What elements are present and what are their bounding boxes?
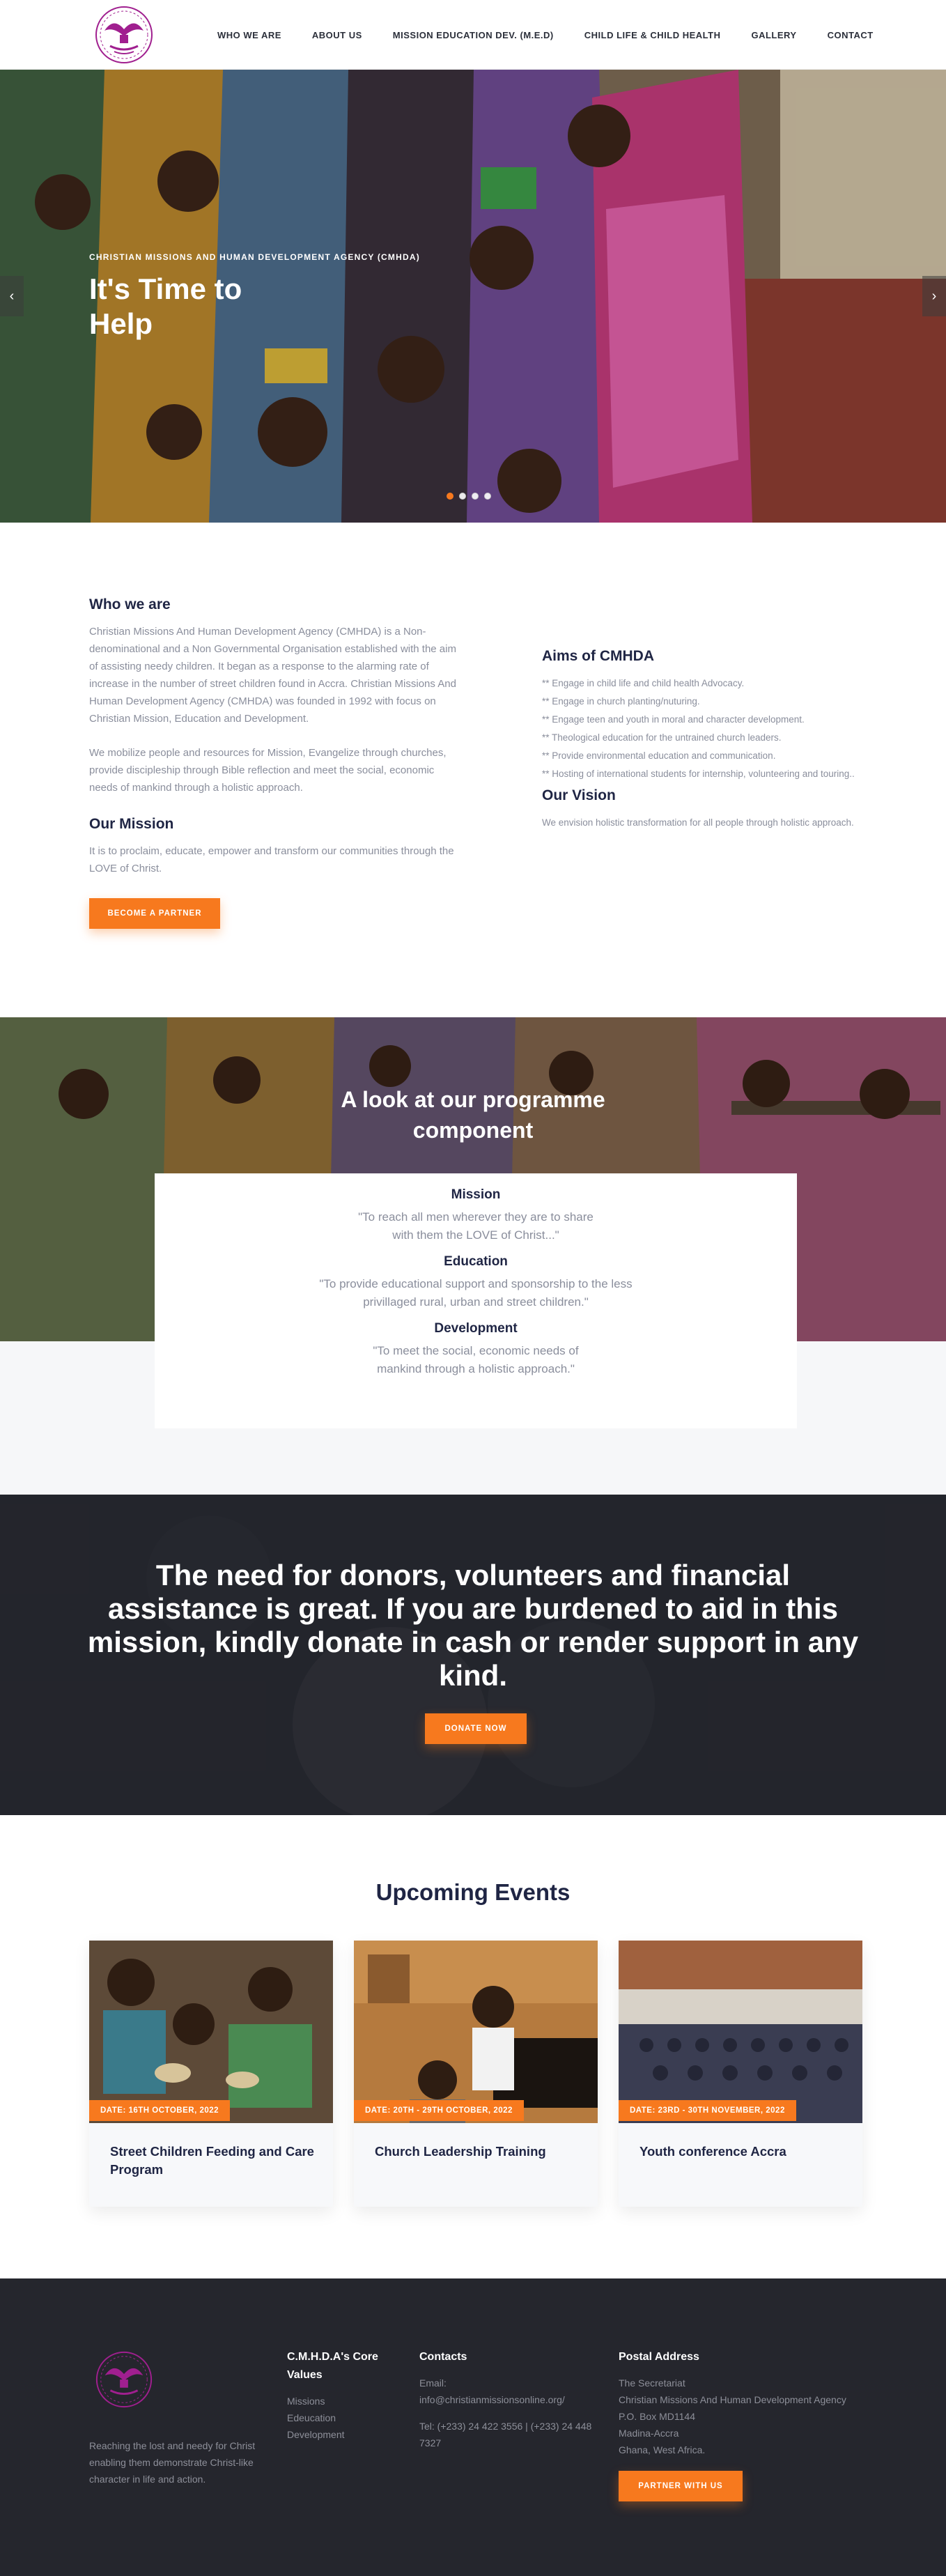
event-card[interactable]: DATE: 23RD - 30TH NOVEMBER, 2022 Youth c… bbox=[619, 1941, 862, 2207]
donate-section: The need for donors, volunteers and fina… bbox=[0, 1495, 946, 1815]
slider-dots bbox=[447, 493, 491, 500]
footer-contacts: Contacts Email: info@christianmissionson… bbox=[419, 2348, 594, 2451]
slider-dot-4[interactable] bbox=[484, 493, 491, 500]
slider-dot-3[interactable] bbox=[472, 493, 479, 500]
programme-quote-education: "To provide educational support and spon… bbox=[319, 1277, 633, 1309]
event-title[interactable]: Youth conference Accra bbox=[639, 2143, 848, 2161]
nav-child-life[interactable]: CHILD LIFE & CHILD HEALTH bbox=[569, 30, 736, 40]
aim-item: ** Engage in child life and child health… bbox=[542, 678, 745, 688]
event-card[interactable]: DATE: 16TH OCTOBER, 2022 Street Children… bbox=[89, 1941, 333, 2207]
footer-about-text: Reaching the lost and needy for Christ e… bbox=[89, 2440, 256, 2485]
postal-heading: Postal Address bbox=[619, 2351, 699, 2363]
who-we-are-heading: Who we are bbox=[89, 596, 171, 612]
event-title[interactable]: Church Leadership Training bbox=[375, 2143, 584, 2161]
aim-item: ** Engage in church planting/nuturing. bbox=[542, 696, 700, 707]
mission-heading: Our Mission bbox=[89, 816, 174, 832]
nav-about-us[interactable]: ABOUT US bbox=[297, 30, 378, 40]
chevron-right-icon[interactable]: › bbox=[922, 276, 946, 316]
event-image bbox=[354, 1941, 598, 2123]
partner-with-us-button[interactable]: PARTNER WITH US bbox=[619, 2471, 743, 2501]
vision-heading: Our Vision bbox=[542, 787, 616, 803]
aim-item: ** Provide environmental education and c… bbox=[542, 750, 776, 761]
event-image bbox=[619, 1941, 862, 2123]
who-we-are-column: Who we are Christian Missions And Human … bbox=[89, 596, 465, 929]
aims-heading: Aims of CMHDA bbox=[542, 648, 654, 664]
cmhda-logo[interactable] bbox=[89, 3, 159, 67]
postal-line: P.O. Box MD1144 bbox=[619, 2411, 695, 2422]
postal-line: Christian Missions And Human Development… bbox=[619, 2394, 846, 2405]
event-image bbox=[89, 1941, 333, 2123]
programme-heading-development: Development bbox=[434, 1321, 518, 1336]
hero-slider: ‹ › CHRISTIAN MISSIONS AND HUMAN DEVELOP… bbox=[0, 70, 946, 523]
aim-item: ** Theological education for the untrain… bbox=[542, 732, 782, 743]
main-nav: WHO WE ARE ABOUT US MISSION EDUCATION DE… bbox=[202, 0, 889, 70]
footer-postal-address: Postal Address The Secretariat Christian… bbox=[619, 2348, 869, 2501]
aim-item: ** Hosting of international students for… bbox=[542, 769, 855, 779]
postal-line: Madina-Accra bbox=[619, 2428, 679, 2439]
become-partner-button[interactable]: BECOME A PARTNER bbox=[89, 898, 220, 929]
aim-item: ** Engage teen and youth in moral and ch… bbox=[542, 714, 805, 725]
postal-line: The Secretariat bbox=[619, 2377, 685, 2389]
donate-now-button[interactable]: DONATE NOW bbox=[425, 1713, 527, 1744]
footer-logo[interactable] bbox=[89, 2348, 159, 2411]
slider-dot-1[interactable] bbox=[447, 493, 453, 500]
event-date-badge: DATE: 20TH - 29TH OCTOBER, 2022 bbox=[354, 2100, 524, 2121]
footer-core-values: C.M.H.D.A's Core Values Missions Edeucat… bbox=[287, 2348, 391, 2443]
programme-heading-education: Education bbox=[444, 1254, 508, 1269]
hero-kicker: CHRISTIAN MISSIONS AND HUMAN DEVELOPMENT… bbox=[89, 252, 420, 262]
mission-text: It is to proclaim, educate, empower and … bbox=[89, 845, 454, 874]
programme-heading-mission: Mission bbox=[451, 1187, 501, 1202]
email-link[interactable]: info@christianmissionsonline.org/ bbox=[419, 2391, 594, 2408]
donate-text: The need for donors, volunteers and fina… bbox=[87, 1559, 859, 1692]
mobilize-text: We mobilize people and resources for Mis… bbox=[89, 747, 447, 794]
slider-dot-2[interactable] bbox=[459, 493, 466, 500]
who-we-are-text: Christian Missions And Human Development… bbox=[89, 626, 456, 725]
core-values-heading: C.M.H.D.A's Core Values bbox=[287, 2351, 378, 2381]
event-title[interactable]: Street Children Feeding and Care Program bbox=[110, 2143, 319, 2179]
site-footer: Reaching the lost and needy for Christ e… bbox=[0, 2278, 946, 2576]
site-header: WHO WE ARE ABOUT US MISSION EDUCATION DE… bbox=[0, 0, 946, 70]
chevron-left-icon[interactable]: ‹ bbox=[0, 276, 24, 316]
programme-card: Mission "To reach all men wherever they … bbox=[155, 1173, 797, 1428]
vision-text: We envision holistic transformation for … bbox=[542, 817, 854, 828]
events-section: Upcoming Events DATE: 16TH OCTOBER, 2022… bbox=[0, 1815, 946, 2278]
hero-title: It's Time to Help bbox=[89, 272, 242, 340]
programme-quote-development: "To meet the social, economic needs of m… bbox=[373, 1344, 579, 1375]
aims-list: ** Engage in child life and child health… bbox=[542, 674, 855, 783]
footer-link-missions[interactable]: Missions bbox=[287, 2393, 391, 2409]
event-card[interactable]: DATE: 20TH - 29TH OCTOBER, 2022 Church L… bbox=[354, 1941, 598, 2207]
nav-gallery[interactable]: GALLERY bbox=[736, 30, 812, 40]
event-date-badge: DATE: 23RD - 30TH NOVEMBER, 2022 bbox=[619, 2100, 796, 2121]
footer-link-development[interactable]: Development bbox=[287, 2426, 391, 2443]
contacts-heading: Contacts bbox=[419, 2351, 467, 2363]
programme-quote-mission: "To reach all men wherever they are to s… bbox=[358, 1210, 594, 1242]
events-title: Upcoming Events bbox=[375, 1879, 571, 1905]
nav-mission-education[interactable]: MISSION EDUCATION DEV. (M.E.D) bbox=[378, 30, 569, 40]
aims-column: Aims of CMHDA ** Engage in child life an… bbox=[542, 648, 855, 831]
nav-contact[interactable]: CONTACT bbox=[812, 30, 889, 40]
phone-text: Tel: (+233) 24 422 3556 | (+233) 24 448 … bbox=[419, 2421, 592, 2448]
programme-title: A look at our programme component bbox=[341, 1087, 605, 1143]
about-section: Who we are Christian Missions And Human … bbox=[0, 523, 946, 1017]
email-label: Email: bbox=[419, 2377, 447, 2389]
postal-line: Ghana, West Africa. bbox=[619, 2444, 706, 2455]
programme-section: A look at our programme component Missio… bbox=[0, 1017, 946, 1495]
event-date-badge: DATE: 16TH OCTOBER, 2022 bbox=[89, 2100, 231, 2121]
nav-who-we-are[interactable]: WHO WE ARE bbox=[202, 30, 297, 40]
footer-link-education[interactable]: Edeucation bbox=[287, 2409, 391, 2426]
